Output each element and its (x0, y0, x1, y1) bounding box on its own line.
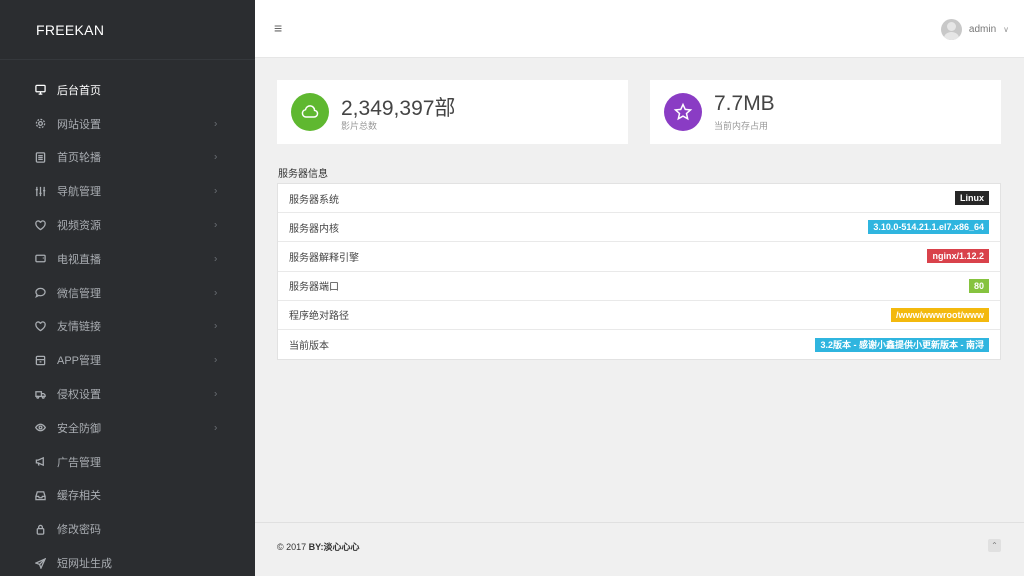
brand-logo[interactable]: FREEKAN (0, 0, 255, 60)
sidebar-item-label: 广告管理 (57, 456, 101, 469)
table-row: 服务器解释引擎 nginx/1.12.2 (278, 242, 1000, 272)
send-icon (34, 557, 46, 569)
value-badge: /www/wwwroot/www (890, 307, 989, 322)
table-row: 服务器内核 3.10.0-514.21.1.el7.x86_64 (278, 213, 1000, 243)
sidebar-item-8[interactable]: APP管理 › (0, 343, 255, 377)
table-row: 程序绝对路径/www/wwwroot/www (278, 301, 1000, 330)
heart-icon (34, 219, 46, 231)
avatar (940, 19, 962, 40)
sliders-icon (34, 185, 46, 197)
chevron-right-icon: › (214, 185, 218, 197)
copyright-prefix: © 2017 (277, 542, 309, 552)
value-badge: 80 (968, 278, 989, 293)
value-badge: 3.2版本 - 感谢小鑫提供小更新版本 - 南浔 (815, 337, 989, 352)
back-to-top-button[interactable]: ⌃ (988, 539, 1001, 552)
sidebar-item-label: 电视直播 (57, 253, 101, 266)
top-header: ≡ admin ∨ (255, 0, 1024, 58)
value-badge: Linux (955, 191, 989, 206)
stat-card-memory: 7.7MB 当前内存占用 (650, 80, 1001, 144)
gear-icon (34, 118, 46, 130)
section-title: 服务器信息 (278, 169, 328, 180)
chevron-right-icon: › (214, 253, 218, 265)
user-menu[interactable]: admin ∨ (940, 19, 1009, 40)
row-label: 服务器内核 (289, 223, 339, 235)
sidebar-item-7[interactable]: 友情链接 › (0, 310, 255, 344)
sidebar-item-11[interactable]: 广告管理 (0, 445, 255, 479)
chevron-right-icon: › (214, 219, 218, 231)
lock-icon (34, 523, 46, 535)
row-label: 程序绝对路径 (289, 311, 349, 323)
sidebar-item-label: 后台首页 (57, 84, 101, 97)
chevron-right-icon: › (214, 151, 218, 163)
sidebar-item-label: 短网址生成 (57, 558, 112, 571)
cloud-icon (291, 93, 329, 131)
server-info-table: 服务器系统 Linux 服务器内核 3.10.0-514.21.1.el7.x86_6… (277, 183, 1001, 361)
chevron-right-icon: › (214, 118, 218, 130)
inbox-icon (34, 489, 46, 501)
sidebar-item-label: 缓存相关 (57, 490, 101, 503)
value-badge: nginx/1.12.2 (927, 249, 989, 264)
sidebar-item-5[interactable]: 电视直播 › (0, 242, 255, 276)
table-row: 当前版本 3.2版本 - 感谢小鑫提供小更新版本 - 南浔 (278, 330, 1000, 359)
row-label: 服务器解释引擎 (289, 252, 359, 264)
monitor-icon (34, 84, 46, 96)
chevron-down-icon: ∨ (1003, 25, 1009, 34)
sidebar-item-9[interactable]: 侵权设置 › (0, 377, 255, 411)
copyright: © 2017 BY:淡心心心 (277, 540, 360, 553)
sidebar-item-6[interactable]: 微信管理 › (0, 276, 255, 310)
chevron-right-icon: › (214, 287, 218, 299)
sidebar-item-12[interactable]: 缓存相关 (0, 479, 255, 513)
sidebar-item-0[interactable]: 后台首页 (0, 73, 255, 107)
sidebar-item-1[interactable]: 网站设置 › (0, 107, 255, 141)
truck-icon (34, 388, 46, 400)
sidebar-item-10[interactable]: 安全防御 › (0, 411, 255, 445)
box-icon (34, 354, 46, 366)
sidebar-menu: 后台首页 网站设置 › 首页轮播 › 导航管理 › 视频资源 › 电视直播 › 微信管理 › 友情链接 › A… (0, 73, 255, 576)
username: admin (968, 24, 997, 35)
sidebar-item-label: 视频资源 (57, 220, 101, 233)
sidebar-item-label: APP管理 (57, 355, 102, 368)
sidebar-item-label: 首页轮播 (57, 152, 101, 165)
chevron-right-icon: › (214, 388, 218, 400)
row-label: 服务器端口 (289, 282, 339, 294)
footer: © 2017 BY:淡心心心 ⌃ (255, 522, 1024, 576)
sidebar-item-4[interactable]: 视频资源 › (0, 208, 255, 242)
sidebar-item-label: 导航管理 (57, 186, 101, 199)
sidebar-item-2[interactable]: 首页轮播 › (0, 141, 255, 175)
stat-card-videos: 2,349,397部 影片总数 (277, 80, 628, 144)
value-badge: 3.10.0-514.21.1.el7.x86_64 (868, 220, 989, 235)
sidebar: FREEKAN 后台首页 网站设置 › 首页轮播 › 导航管理 › 视频资源 › 电视直播 › 微信管… (0, 0, 255, 576)
table-row: 服务器端口 80 (278, 272, 1000, 301)
sidebar-item-label: 微信管理 (57, 287, 101, 300)
menu-toggle-icon[interactable]: ≡ (274, 21, 286, 35)
stat-label: 当前内存占用 (714, 121, 769, 131)
slides-icon (34, 151, 46, 163)
sidebar-item-label: 修改密码 (57, 524, 101, 537)
stat-label: 影片总数 (341, 121, 378, 131)
sidebar-item-3[interactable]: 导航管理 › (0, 174, 255, 208)
row-label: 服务器系统 (289, 194, 339, 206)
sidebar-item-label: 安全防御 (57, 422, 101, 435)
table-row: 服务器系统 Linux (278, 184, 1000, 214)
sidebar-item-label: 友情链接 (57, 321, 101, 334)
tv-icon (34, 253, 46, 265)
heart-icon (34, 320, 46, 332)
row-label: 当前版本 (289, 341, 329, 353)
chevron-right-icon: › (214, 422, 218, 434)
sidebar-item-14[interactable]: 短网址生成 (0, 546, 255, 576)
stat-value: 7.7MB (714, 92, 775, 115)
sidebar-item-13[interactable]: 修改密码 (0, 512, 255, 546)
chevron-right-icon: › (214, 320, 218, 332)
eye-icon (34, 422, 46, 434)
chat-icon (34, 287, 46, 299)
chevron-right-icon: › (214, 354, 218, 366)
star-icon (664, 93, 702, 131)
sidebar-item-label: 网站设置 (57, 118, 101, 131)
megaphone-icon (34, 456, 46, 468)
copyright-author: BY:淡心心心 (308, 542, 360, 552)
sidebar-item-label: 侵权设置 (57, 389, 101, 402)
stat-value: 2,349,397部 (341, 97, 456, 120)
